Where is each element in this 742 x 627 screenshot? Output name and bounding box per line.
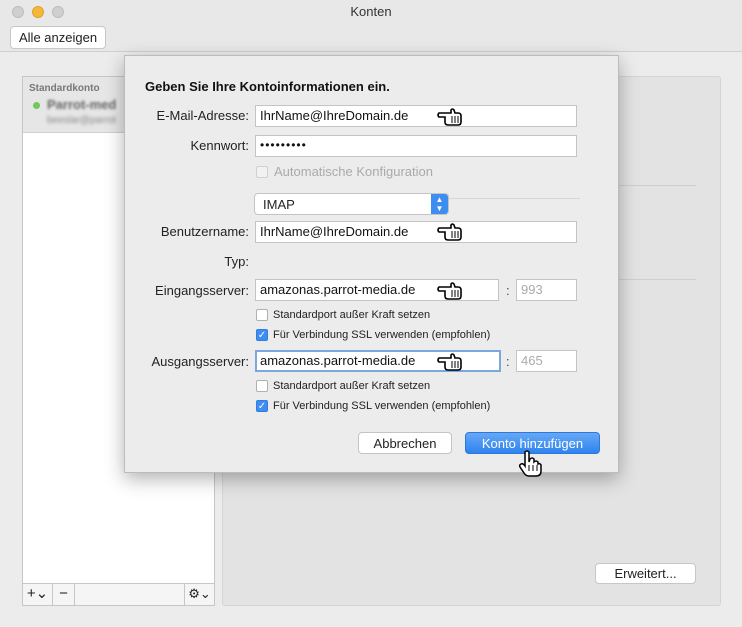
pointing-hand-icon xyxy=(437,282,462,300)
outgoing-ssl-label: Für Verbindung SSL verwenden (empfohlen) xyxy=(273,400,491,412)
pointing-hand-icon xyxy=(437,223,462,241)
auto-config-checkbox[interactable] xyxy=(256,166,268,178)
outgoing-override-port-label: Standardport außer Kraft setzen xyxy=(273,380,431,392)
advanced-button[interactable]: Erweitert... xyxy=(595,563,696,584)
popup-down-arrow: ▼ xyxy=(435,204,444,213)
incoming-ssl-label: Für Verbindung SSL verwenden (empfohlen) xyxy=(273,329,491,341)
auto-config-label: Automatische Konfiguration xyxy=(274,164,433,179)
type-selected-value: IMAP xyxy=(263,197,295,212)
zoom-window-button[interactable] xyxy=(52,6,64,18)
port-separator: : xyxy=(506,283,510,298)
status-online-icon xyxy=(33,102,40,109)
password-label: Kennwort: xyxy=(190,138,249,153)
account-email: beeslar@parrot xyxy=(47,115,117,126)
sidebar-group-label: Standardkonto xyxy=(29,83,100,94)
cancel-button[interactable]: Abbrechen xyxy=(358,432,452,454)
account-info-sheet: Geben Sie Ihre Kontoinformationen ein. E… xyxy=(124,55,619,473)
pointing-hand-icon xyxy=(437,353,462,371)
add-account-button[interactable]: +⌄ xyxy=(23,584,53,605)
popup-up-arrow: ▲ xyxy=(435,195,444,204)
toolbar: Alle anzeigen xyxy=(0,24,742,52)
window-title: Konten xyxy=(350,4,392,19)
password-field[interactable]: ••••••••• xyxy=(255,135,577,157)
popup-arrows-icon: ▲ ▼ xyxy=(431,194,448,214)
type-label: Typ: xyxy=(224,254,249,269)
port-separator: : xyxy=(506,354,510,369)
email-label: E-Mail-Adresse: xyxy=(156,108,249,123)
sheet-heading: Geben Sie Ihre Kontoinformationen ein. xyxy=(145,79,390,94)
type-select[interactable]: IMAP ▲ ▼ xyxy=(254,193,449,215)
outgoing-server-label: Ausgangsserver: xyxy=(151,354,249,369)
show-all-button[interactable]: Alle anzeigen xyxy=(10,26,107,49)
hand-cursor-icon xyxy=(518,450,542,477)
incoming-ssl-checkbox[interactable]: ✓ xyxy=(256,329,268,341)
close-window-button[interactable] xyxy=(12,6,24,18)
incoming-port-field[interactable]: 993 xyxy=(516,279,577,301)
minimize-window-button[interactable] xyxy=(32,6,44,18)
email-field[interactable]: IhrName@IhreDomain.de xyxy=(255,105,577,127)
pointing-hand-icon xyxy=(437,108,462,126)
outgoing-override-port-checkbox[interactable] xyxy=(256,380,268,392)
gear-menu-button[interactable]: ⚙⌄ xyxy=(184,584,214,605)
outgoing-server-field[interactable]: amazonas.parrot-media.de xyxy=(255,350,501,372)
outgoing-ssl-checkbox[interactable]: ✓ xyxy=(256,400,268,412)
sidebar-actions: +⌄ − ⚙⌄ xyxy=(22,584,215,606)
outgoing-port-field[interactable]: 465 xyxy=(516,350,577,372)
incoming-server-label: Eingangsserver: xyxy=(155,283,249,298)
account-name: Parrot-med xyxy=(47,97,117,112)
remove-account-button[interactable]: − xyxy=(53,584,75,605)
incoming-override-port-label: Standardport außer Kraft setzen xyxy=(273,309,431,321)
title-bar: Konten xyxy=(0,0,742,24)
username-field[interactable]: IhrName@IhreDomain.de xyxy=(255,221,577,243)
incoming-override-port-checkbox[interactable] xyxy=(256,309,268,321)
username-label: Benutzername: xyxy=(160,224,249,239)
